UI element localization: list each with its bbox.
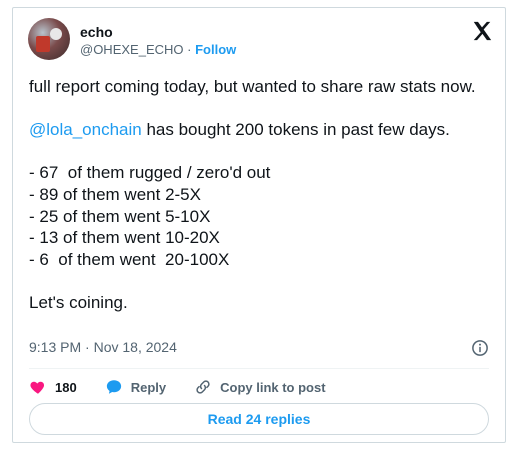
tweet-line: full report coming today, but wanted to … [29,77,476,96]
like-button[interactable]: 180 [29,378,77,396]
tweet-line: Let's coining. [29,292,128,312]
author-name[interactable]: echo [80,24,113,40]
x-logo-icon[interactable] [471,20,493,42]
stat-line: - 6 of them went 20-100X [29,249,230,269]
reply-bubble-icon [106,380,121,394]
read-replies-button[interactable]: Read 24 replies [29,403,489,435]
timestamp[interactable]: 9:13 PM · Nov 18, 2024 [29,339,177,355]
divider [29,368,489,369]
action-bar: 180 Reply Copy link to post [29,376,354,398]
avatar-detail [36,36,50,52]
stat-line: - 67 of them rugged / zero'd out [29,163,271,183]
copy-link-button[interactable]: Copy link to post [194,378,326,396]
mention-link[interactable]: @lola_onchain [29,120,142,139]
link-icon [196,380,210,394]
stat-line: - 13 of them went 10-20X [29,228,220,248]
avatar-detail [50,28,62,40]
reply-label: Reply [130,379,167,395]
author-handle-row: @OHEXE_ECHO · Follow [80,42,236,57]
info-icon[interactable] [471,339,489,357]
author-handle[interactable]: @OHEXE_ECHO [80,42,184,57]
read-replies-label: Read 24 replies [207,411,311,427]
copy-link-label: Copy link to post [220,379,326,395]
tweet-card: echo @OHEXE_ECHO · Follow full report co… [12,7,506,443]
reply-button[interactable]: Reply [105,378,166,396]
separator-dot: · [187,42,192,57]
heart-icon [30,381,45,394]
tweet-line: has bought 200 tokens in past few days. [141,120,450,140]
follow-button[interactable]: Follow [195,42,236,57]
tweet-text: full report coming today, but wanted to … [29,76,493,314]
like-count: 180 [55,379,77,395]
stat-line: - 25 of them went 5-10X [29,206,211,226]
stat-line: - 89 of them went 2-5X [29,184,201,204]
avatar[interactable] [28,18,70,60]
